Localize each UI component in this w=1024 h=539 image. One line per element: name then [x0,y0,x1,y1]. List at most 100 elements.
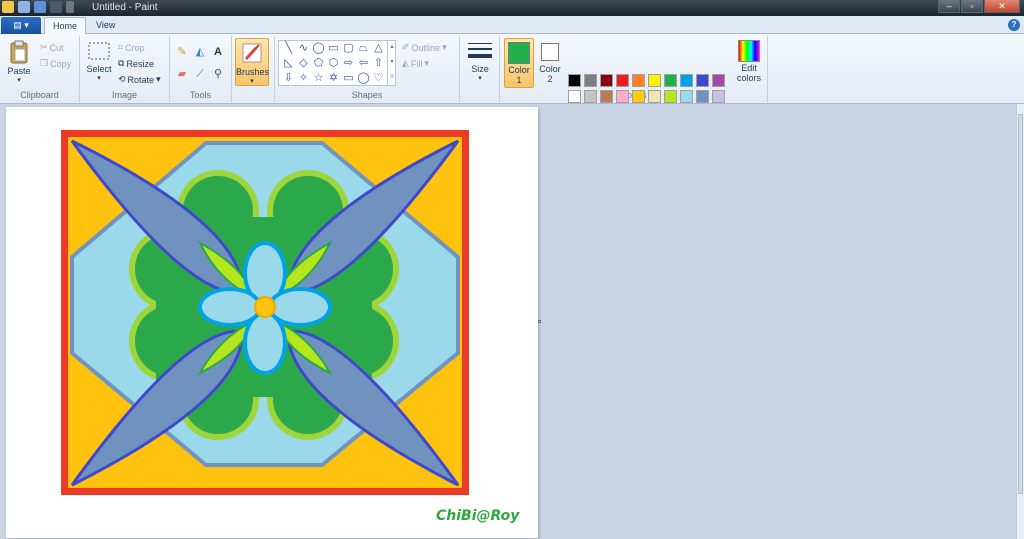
color2-button[interactable]: Color 2 [536,38,564,88]
color-picker-icon[interactable]: ⟋ [192,66,208,82]
rectangle-shape-icon[interactable]: ▭ [326,41,341,56]
minimize-button[interactable]: – [938,0,960,13]
right-triangle-shape-icon[interactable]: ◺ [281,56,296,71]
magnifier-icon[interactable]: ⚲ [210,66,226,82]
right-arrow-shape-icon[interactable]: ⇨ [341,56,356,71]
rotate-icon: ⟲ [118,74,126,84]
rotate-dropdown-icon: ▾ [156,74,161,84]
drawing-canvas[interactable]: ChiBi@Roy [6,107,541,538]
heart-shape-icon[interactable]: ♡ [371,71,386,86]
paste-dropdown-icon: ▾ [17,77,21,84]
palette-swatch[interactable] [648,74,661,87]
pentagon-shape-icon[interactable]: ⬠ [311,56,326,71]
crop-label: Crop [125,42,145,53]
tab-home[interactable]: Home [44,17,87,35]
palette-swatch[interactable] [568,74,581,87]
palette-swatch[interactable] [696,74,709,87]
curve-shape-icon[interactable]: ∿ [296,41,311,56]
palette-swatch[interactable] [616,90,629,103]
canvas-workspace[interactable]: ChiBi@Roy [0,104,1016,539]
quick-access-toolbar [2,1,74,13]
brushes-dropdown-icon: ▾ [250,78,254,85]
paste-button[interactable]: Paste ▾ [4,40,34,84]
palette-swatch[interactable] [600,74,613,87]
resize-icon: ⧉ [118,58,125,68]
palette-swatch[interactable] [648,90,661,103]
oval-shape-icon[interactable]: ◯ [311,41,326,56]
palette-swatch[interactable] [584,74,597,87]
color1-button[interactable]: Color 1 [504,38,534,88]
palette-swatch[interactable] [680,90,693,103]
palette-swatch[interactable] [696,90,709,103]
select-rectangle-icon [88,42,110,60]
clipboard-group: Paste ▾ ✂ Cut ❐ Copy Clipboard [0,36,80,102]
paste-label: Paste [7,66,31,76]
diamond-shape-icon[interactable]: ◇ [296,56,311,71]
palette-swatch[interactable] [680,74,693,87]
down-arrow-shape-icon[interactable]: ⇩ [281,71,296,86]
palette-swatch[interactable] [664,74,677,87]
left-arrow-shape-icon[interactable]: ⇦ [356,56,371,71]
polygon-shape-icon[interactable]: ⏢ [356,41,371,56]
shapes-gallery-scroll[interactable]: ▴ ▾ ≡ [387,40,396,86]
triangle-shape-icon[interactable]: △ [371,41,386,56]
brushes-label: Brushes [236,67,270,77]
eraser-icon[interactable]: ▰ [174,66,190,82]
pencil-icon[interactable]: ✎ [174,44,190,60]
edit-colors-button[interactable]: Edit colors [734,38,764,83]
color2-swatch [541,43,559,61]
color2-label: Color [539,64,561,74]
palette-swatch[interactable] [664,90,677,103]
four-point-star-shape-icon[interactable]: ✧ [296,71,311,86]
save-icon[interactable] [18,1,30,13]
resize-button[interactable]: ⧉ Resize [118,58,154,69]
fill-label: Fill [410,58,423,69]
undo-icon[interactable] [34,1,46,13]
palette-swatch[interactable] [568,90,581,103]
up-arrow-shape-icon[interactable]: ⇧ [371,56,386,71]
palette-swatch[interactable] [632,74,645,87]
crop-icon: ⌗ [118,42,124,52]
oval-callout-shape-icon[interactable]: ◯ [356,71,371,86]
palette-swatch[interactable] [584,90,597,103]
rounded-rectangle-shape-icon[interactable]: ▢ [341,41,356,56]
line-shape-icon[interactable]: ╲ [281,41,296,56]
image-group: Select ▾ ⌗ Crop ⧉ Resize ⟲ Rotate ▾ Image [80,36,170,102]
tab-view[interactable]: View [88,17,123,35]
palette-swatch[interactable] [632,90,645,103]
maximize-button[interactable]: ▫ [961,0,983,13]
help-icon[interactable]: ? [1008,19,1020,31]
hexagon-shape-icon[interactable]: ⬡ [326,56,341,71]
text-icon[interactable]: A [210,44,226,60]
palette-swatch[interactable] [616,74,629,87]
callout-shape-icon[interactable]: ▭ [341,71,356,86]
fill-button[interactable]: ◭ Fill ▾ [402,58,429,69]
outline-button[interactable]: ✐ Outline ▾ [402,42,447,53]
shapes-group-label: Shapes [351,90,383,100]
cut-button[interactable]: ✂ Cut [40,42,64,53]
file-menu-icon: ▤ ▾ [13,20,29,30]
select-button[interactable]: Select ▾ [84,40,114,82]
vertical-scrollbar[interactable] [1016,104,1024,539]
close-button[interactable]: ✕ [984,0,1020,13]
palette-swatch[interactable] [712,90,725,103]
color1-label: Color [508,65,530,75]
rotate-button[interactable]: ⟲ Rotate ▾ [118,74,161,85]
customize-toolbar-icon[interactable] [66,1,74,13]
crop-button[interactable]: ⌗ Crop [118,42,145,53]
palette-swatch[interactable] [712,74,725,87]
file-menu-button[interactable]: ▤ ▾ [1,17,41,34]
palette-swatch[interactable] [600,90,613,103]
rotate-label: Rotate [127,74,155,85]
size-button[interactable]: Size ▾ [464,40,496,82]
copy-button[interactable]: ❐ Copy [40,58,71,69]
five-point-star-shape-icon[interactable]: ☆ [311,71,326,86]
paint-app-icon[interactable] [2,1,14,13]
brushes-button[interactable]: Brushes ▾ [235,38,269,86]
fill-bucket-icon[interactable]: ◭ [192,44,208,60]
outline-icon: ✐ [402,42,410,52]
vertical-scrollbar-thumb[interactable] [1018,114,1023,494]
redo-icon[interactable] [50,1,62,13]
six-point-star-shape-icon[interactable]: ✡ [326,71,341,86]
canvas-resize-handle-right[interactable] [538,320,541,323]
